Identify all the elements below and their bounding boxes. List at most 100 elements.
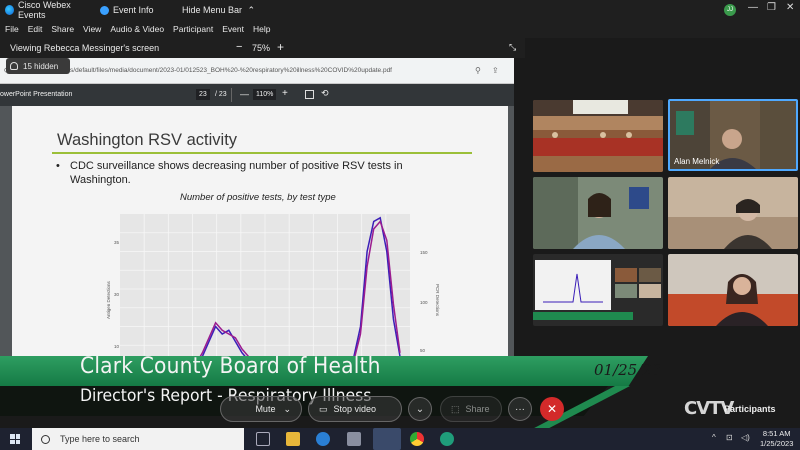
- video-tile[interactable]: [533, 254, 663, 326]
- video-feed: [668, 254, 798, 326]
- hide-menu-bar-button[interactable]: Hide Menu Bar ⌃: [182, 5, 255, 16]
- bullet-text: CDC surveillance shows decreasing number…: [70, 160, 403, 186]
- video-feed: [533, 254, 663, 326]
- minimize-icon[interactable]: —: [748, 2, 758, 13]
- participant-name: Alan Melnick: [674, 157, 720, 166]
- stop-video-button[interactable]: ▭ Stop video: [308, 396, 402, 422]
- chevron-up-icon[interactable]: ^: [712, 433, 716, 442]
- video-tile-active[interactable]: Alan Melnick: [668, 99, 798, 171]
- zoom-in-button[interactable]: +: [277, 40, 284, 54]
- webex-logo-icon: [5, 5, 14, 15]
- menu-file[interactable]: File: [5, 24, 19, 34]
- volume-icon[interactable]: ◁): [741, 433, 750, 442]
- edge-icon[interactable]: [316, 432, 330, 446]
- menu-event[interactable]: Event: [222, 24, 244, 34]
- hide-menu-bar-label: Hide Menu Bar: [182, 4, 243, 15]
- y-tick-label: 30: [114, 292, 120, 297]
- zoom-level: 75%: [252, 43, 271, 53]
- title-bar: Cisco Webex Events Event Info Hide Menu …: [0, 0, 800, 20]
- toolbar-divider: [231, 88, 232, 102]
- menu-edit[interactable]: Edit: [28, 24, 43, 34]
- zoom-out-button[interactable]: −: [236, 41, 242, 53]
- y2-tick-label: 100: [420, 300, 428, 305]
- video-tile[interactable]: [668, 177, 798, 249]
- taskbar-search[interactable]: Type here to search: [32, 428, 244, 450]
- close-icon[interactable]: ✕: [786, 2, 794, 13]
- person-icon: [10, 62, 18, 70]
- camera-icon: ▭: [319, 403, 328, 414]
- pdf-filename: owerPoint Presentation: [0, 91, 73, 98]
- share-viewing-bar: Viewing Rebecca Messinger's screen − 75%…: [0, 38, 525, 58]
- leave-meeting-icon[interactable]: ✕: [540, 397, 564, 421]
- event-info-button[interactable]: Event Info: [100, 5, 170, 15]
- rotate-icon[interactable]: ⟲: [321, 88, 329, 99]
- search-placeholder: Type here to search: [60, 434, 140, 444]
- webex-taskbar-icon[interactable]: [440, 432, 454, 446]
- hidden-participants-badge[interactable]: 15 hidden: [6, 58, 70, 74]
- viewing-title: Viewing Rebecca Messinger's screen: [10, 43, 160, 53]
- search-icon[interactable]: ⚲: [475, 66, 481, 75]
- pdf-zoom-in-button[interactable]: +: [282, 88, 288, 99]
- pdf-zoom-input[interactable]: 110%: [253, 89, 277, 100]
- restore-icon[interactable]: ❐: [767, 2, 776, 13]
- heading-rule: [52, 152, 472, 154]
- clock-date: 1/25/2023: [760, 439, 794, 448]
- mute-button[interactable]: Mute ⌄: [220, 396, 302, 422]
- video-options-chevron-icon[interactable]: ⌄: [408, 397, 432, 421]
- y-tick-label: 35: [114, 240, 120, 245]
- chevron-down-icon: ⌄: [283, 403, 291, 414]
- share-screen-icon: ⬚: [451, 403, 460, 414]
- share-button[interactable]: ⬚ Share: [440, 396, 502, 422]
- browser-address-bar: ⟳ clark.wa.gov/sites/default/files/media…: [0, 58, 514, 84]
- outlook-icon[interactable]: [373, 428, 401, 450]
- video-tile[interactable]: [668, 254, 798, 326]
- rsv-chart: Antigen Detections PCR Detections 35 30 …: [106, 214, 440, 358]
- mute-label: Mute: [255, 404, 276, 414]
- menu-participant[interactable]: Participant: [173, 24, 213, 34]
- windows-start-icon[interactable]: [10, 434, 20, 444]
- y2-tick-label: 150: [420, 250, 428, 255]
- menu-audio-video[interactable]: Audio & Video: [110, 24, 164, 34]
- fit-page-icon[interactable]: [305, 90, 314, 99]
- video-feed: [668, 177, 798, 249]
- share-icon[interactable]: ⇪: [492, 66, 499, 75]
- video-tile[interactable]: [533, 177, 663, 249]
- shared-screen[interactable]: ⟳ clark.wa.gov/sites/default/files/media…: [0, 58, 514, 358]
- menu-share[interactable]: Share: [51, 24, 74, 34]
- browser-url[interactable]: clark.wa.gov/sites/default/files/media/d…: [22, 67, 442, 74]
- windows-taskbar: Type here to search ^ ⊡ ◁) 8:51 AM 1/25/…: [0, 428, 800, 450]
- pdf-page: Washington RSV activity • CDC surveillan…: [12, 106, 508, 358]
- task-view-icon[interactable]: [256, 432, 270, 446]
- bullet-marker: •: [56, 160, 60, 172]
- video-tile[interactable]: [533, 100, 663, 172]
- slide-bullet: • CDC surveillance shows decreasing numb…: [56, 159, 446, 187]
- clock-time: 8:51 AM: [762, 429, 791, 438]
- participants-button[interactable]: Participants: [724, 404, 776, 414]
- chrome-icon[interactable]: [410, 432, 424, 446]
- pdf-zoom-out-button[interactable]: —: [240, 89, 249, 99]
- video-feed: [533, 100, 663, 172]
- search-icon: [41, 434, 50, 444]
- video-feed: [533, 177, 663, 249]
- avatar[interactable]: JJ: [724, 4, 736, 16]
- y2-axis-label: PCR Detections: [435, 284, 440, 317]
- webex-window: Cisco Webex Events Event Info Hide Menu …: [0, 0, 800, 450]
- hidden-count: 15 hidden: [23, 61, 59, 71]
- more-options-icon[interactable]: ···: [508, 397, 532, 421]
- info-icon: [100, 5, 109, 15]
- page-number-input[interactable]: 23: [196, 89, 210, 100]
- y-tick-label: 10: [114, 344, 120, 349]
- pin-icon[interactable]: ⤡: [509, 42, 516, 53]
- chevron-up-icon: ⌃: [247, 4, 256, 15]
- share-label: Share: [465, 404, 490, 414]
- chart-title: Number of positive tests, by test type: [180, 192, 336, 203]
- app-icon[interactable]: [347, 432, 361, 446]
- network-icon[interactable]: ⊡: [726, 433, 733, 442]
- page-total: / 23: [215, 91, 227, 98]
- file-explorer-icon[interactable]: [286, 432, 300, 446]
- menu-help[interactable]: Help: [253, 24, 270, 34]
- menu-view[interactable]: View: [83, 24, 101, 34]
- banner-date: 01/25/23: [594, 361, 662, 379]
- slide-heading: Washington RSV activity: [57, 131, 238, 149]
- system-clock[interactable]: 8:51 AM 1/25/2023: [760, 429, 793, 449]
